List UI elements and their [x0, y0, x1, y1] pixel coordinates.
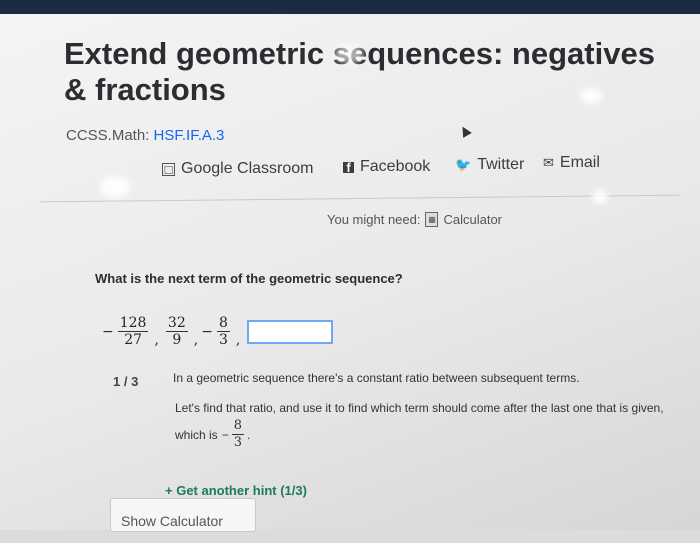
facebook-icon: f — [343, 161, 354, 174]
standard-prefix: CCSS.Math: — [66, 127, 150, 144]
share-twitter[interactable]: 🐦 Twitter — [455, 156, 524, 174]
email-icon: ✉ — [543, 155, 554, 170]
term-1-fraction: 128 27 — [117, 315, 149, 348]
calculator-icon: ▦ — [425, 212, 439, 227]
page-title: Extend geometric sequences: negatives & … — [64, 36, 655, 107]
share-email[interactable]: ✉ Email — [543, 154, 600, 172]
separator: , — [193, 332, 199, 348]
google-classroom-icon: □ — [162, 162, 175, 176]
share-facebook[interactable]: f Facebook — [343, 158, 430, 176]
twitter-icon: 🐦 — [455, 157, 472, 172]
hint-line-2: Let's find that ratio, and use it to fin… — [175, 401, 664, 415]
term-1-denominator: 27 — [124, 332, 143, 348]
hint-line-1: In a geometric sequence there's a consta… — [173, 371, 580, 385]
term-3-sign: − — [201, 323, 213, 340]
separator: , — [154, 332, 159, 348]
screen-glare — [580, 88, 602, 104]
hint-term-fraction: 8 3 — [231, 418, 244, 451]
google-classroom-label: Google Classroom — [181, 160, 314, 177]
hint-line-3-suffix: . — [246, 427, 251, 442]
show-calculator-button[interactable]: Show Calculator — [110, 498, 256, 532]
calculator-link[interactable]: Calculator — [443, 212, 502, 227]
sequence-row: − 128 27 , 32 9 , − 8 3 , — [102, 315, 334, 348]
hint-line-3: which is − 8 3 . — [175, 418, 250, 451]
question-text: What is the next term of the geometric s… — [95, 271, 403, 286]
term-1-numerator: 128 — [117, 315, 149, 332]
standard-link[interactable]: HSF.IF.A.3 — [154, 127, 225, 144]
term-3-denominator: 3 — [218, 332, 228, 348]
email-label: Email — [559, 154, 600, 171]
facebook-label: Facebook — [360, 158, 431, 175]
screen-glare — [592, 190, 608, 204]
share-google-classroom[interactable]: □ Google Classroom — [162, 160, 314, 178]
tools-needed: You might need: ▦ Calculator — [327, 212, 502, 227]
hint-term-denominator: 3 — [233, 435, 242, 450]
hint-counter: 1 / 3 — [113, 374, 139, 389]
separator: , — [235, 332, 241, 348]
standard-line: CCSS.Math: HSF.IF.A.3 — [66, 127, 224, 144]
term-2-numerator: 32 — [165, 315, 188, 332]
term-3-numerator: 8 — [216, 315, 230, 332]
screen-glare — [100, 176, 130, 198]
answer-input[interactable] — [247, 319, 334, 344]
get-another-hint-button[interactable]: + Get another hint (1/3) — [165, 483, 307, 498]
screen-glare — [334, 44, 364, 64]
hint-line-3-prefix: which is — [175, 427, 218, 442]
term-2-fraction: 32 9 — [165, 315, 188, 348]
hint-term-sign: − — [221, 427, 229, 442]
term-2-denominator: 9 — [172, 332, 182, 348]
you-might-need-label: You might need: — [327, 212, 421, 227]
term-3-fraction: 8 3 — [216, 315, 230, 348]
term-1-sign: − — [102, 323, 114, 340]
hint-term-numerator: 8 — [231, 418, 244, 435]
twitter-label: Twitter — [477, 156, 525, 173]
